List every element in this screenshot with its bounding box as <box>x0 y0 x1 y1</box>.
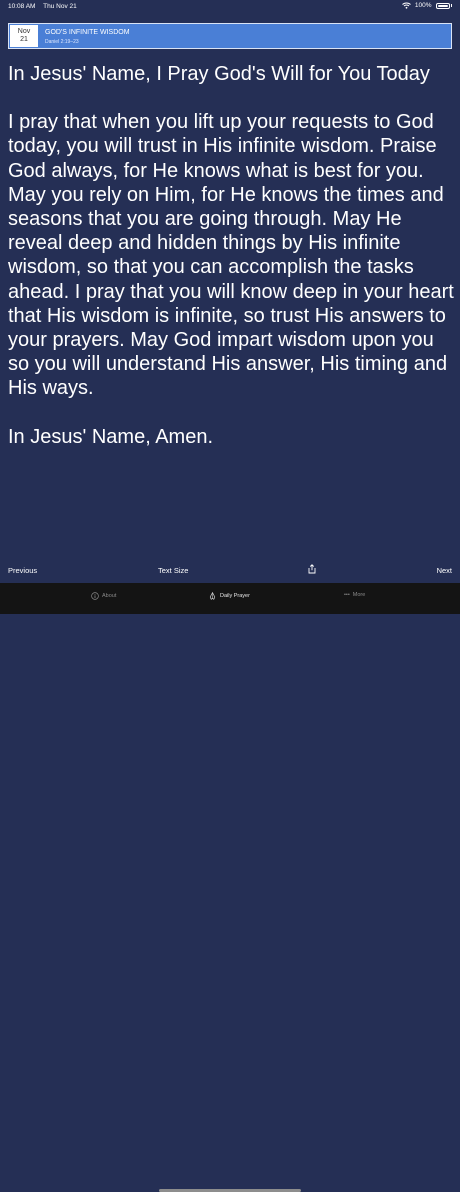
praying-hands-icon <box>209 592 216 600</box>
prayer-title: GOD'S INFINITE WISDOM <box>45 29 130 36</box>
info-icon <box>91 592 99 600</box>
ellipsis-icon: ••• <box>344 592 350 598</box>
wifi-icon <box>402 2 411 9</box>
share-button[interactable] <box>308 564 316 576</box>
battery-icon <box>435 2 450 9</box>
status-bar: 10:08 AM Thu Nov 21 100% <box>0 0 460 12</box>
date-month: Nov <box>17 28 31 35</box>
prayer-content[interactable]: In Jesus' Name, I Pray God's Will for Yo… <box>8 62 456 473</box>
date-badge: Nov 21 <box>10 25 38 47</box>
text-size-button[interactable]: Text Size <box>158 566 188 575</box>
status-right: 100% <box>402 2 452 9</box>
prayer-header[interactable]: Nov 21 GOD'S INFINITE WISDOM Daniel 2:19… <box>8 23 452 49</box>
tab-daily-prayer[interactable]: Daily Prayer <box>208 592 250 600</box>
battery-percent: 100% <box>414 2 432 9</box>
prayer-verse: Daniel 2:19–23 <box>45 39 79 45</box>
tab-about[interactable]: About <box>91 592 116 600</box>
tab-more-label: More <box>352 592 366 598</box>
date-day: 21 <box>20 36 28 43</box>
bottom-toolbar: Previous Text Size Next <box>0 562 460 580</box>
next-button[interactable]: Next <box>437 566 452 575</box>
tab-more[interactable]: ••• More <box>344 592 365 598</box>
prayer-heading: In Jesus' Name, I Pray God's Will for Yo… <box>8 63 430 85</box>
tab-bar: About Daily Prayer ••• More <box>0 583 460 1192</box>
status-left: 10:08 AM Thu Nov 21 <box>8 3 83 10</box>
prayer-closing: In Jesus' Name, Amen. <box>8 425 214 448</box>
previous-button[interactable]: Previous <box>8 566 37 575</box>
battery-tip <box>450 4 452 7</box>
status-time: 10:08 AM <box>8 3 36 10</box>
prayer-body: I pray that when you lift up your reques… <box>8 111 454 400</box>
tab-about-label: About <box>102 593 117 599</box>
share-icon <box>308 564 316 574</box>
status-date: Thu Nov 21 <box>43 3 77 10</box>
tab-daily-prayer-label: Daily Prayer <box>220 593 250 599</box>
